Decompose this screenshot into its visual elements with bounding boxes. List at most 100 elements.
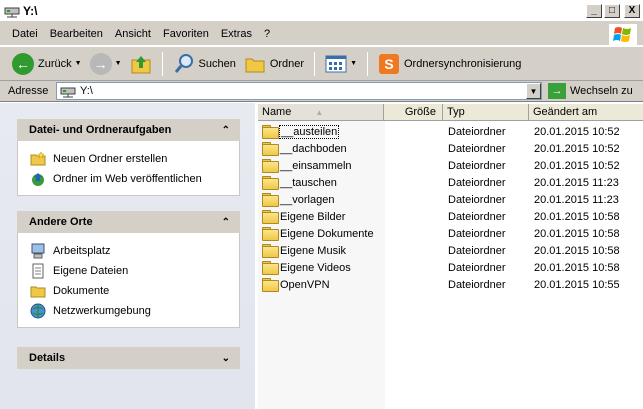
file-type: Dateiordner [448,278,506,291]
details-panel-title: Details [29,352,66,364]
chevron-up-icon[interactable]: ⌃ [222,125,230,136]
my-documents-icon [32,263,44,279]
chevron-down-icon[interactable]: ▼ [75,60,82,67]
tasks-panel-header[interactable]: Datei- und Ordneraufgaben ⌃ [17,119,240,141]
column-date[interactable]: Geändert am [529,104,643,120]
file-name: OpenVPN [280,278,330,291]
place-my-documents[interactable]: Eigene Dateien [30,261,239,281]
place-label: Arbeitsplatz [53,245,111,257]
views-icon [325,55,347,72]
file-list: Name ▲ Größe Typ Geändert am __austeilen… [258,104,643,409]
places-panel-title: Andere Orte [29,216,93,228]
file-row[interactable]: Eigene Musik Dateiordner 20.01.2015 10:58 [258,242,643,259]
menu-ansicht[interactable]: Ansicht [109,28,157,40]
file-name: __einsammeln [280,159,352,172]
minimize-button[interactable]: _ [586,4,602,18]
tasks-panel: Datei- und Ordneraufgaben ⌃ Neuen Ordner… [17,119,240,196]
close-button[interactable]: X [624,4,640,18]
place-label: Netzwerkumgebung [53,305,151,317]
menu-help[interactable]: ? [258,28,276,40]
my-computer-icon [31,243,45,259]
forward-button[interactable]: → ▼ [86,50,126,78]
file-row[interactable]: Eigene Dokumente Dateiordner 20.01.2015 10… [258,225,643,242]
file-name-cell: Eigene Videos [258,261,385,275]
file-name: __tauschen [280,176,337,189]
back-button[interactable]: ← Zurück ▼ [8,50,86,78]
place-network[interactable]: Netzwerkumgebung [30,301,239,321]
search-button[interactable]: Suchen [169,50,240,78]
network-drive-icon [60,87,76,97]
windows-logo-icon [609,24,637,46]
column-type[interactable]: Typ [443,104,529,120]
file-row[interactable]: __vorlagen Dateiordner 20.01.2015 11:23 [258,191,643,208]
file-type: Dateiordner [448,210,506,223]
details-panel: Details ⌄ [17,347,240,369]
place-my-computer[interactable]: Arbeitsplatz [30,241,239,261]
file-type: Dateiordner [448,142,506,155]
folder-icon [262,142,279,156]
file-name: __vorlagen [280,193,335,206]
menu-favoriten[interactable]: Favoriten [157,28,215,40]
chevron-down-icon[interactable]: ▼ [350,60,357,67]
file-row[interactable]: Eigene Videos Dateiordner 20.01.2015 10:58 [258,259,643,276]
folder-icon [262,193,279,207]
menu-bar: Datei Bearbeiten Ansicht Favoriten Extra… [0,22,643,46]
sync-button[interactable]: S Ordnersynchronisierung [374,50,525,78]
search-icon [174,53,193,73]
file-name-cell: Eigene Bilder [258,210,385,224]
address-dropdown-button[interactable]: ▼ [526,83,541,99]
folder-icon [262,210,279,224]
address-input[interactable]: Y:\ ▼ [56,82,542,100]
chevron-up-icon[interactable]: ⌃ [222,217,230,228]
file-row[interactable]: __austeilen Dateiordner 20.01.2015 10:52 [258,123,643,140]
file-date: 20.01.2015 10:58 [534,261,620,274]
search-label: Suchen [198,57,236,70]
task-label: Neuen Ordner erstellen [53,153,168,165]
sync-label: Ordnersynchronisierung [404,57,522,70]
file-type: Dateiordner [448,159,506,172]
sync-icon: S [379,53,399,74]
file-row[interactable]: __tauschen Dateiordner 20.01.2015 11:23 [258,174,643,191]
file-row[interactable]: __einsammeln Dateiordner 20.01.2015 10:52 [258,157,643,174]
places-panel: Andere Orte ⌃ Arbeitsplatz Eigene Dateie… [17,211,240,328]
file-name: Eigene Musik [280,244,347,257]
places-panel-header[interactable]: Andere Orte ⌃ [17,211,240,233]
network-drive-icon [4,7,20,17]
chevron-down-icon[interactable]: ⌄ [222,353,230,364]
task-publish-web[interactable]: Ordner im Web veröffentlichen [30,169,239,189]
svg-text:S: S [384,56,393,72]
file-date: 20.01.2015 10:52 [534,142,620,155]
menu-extras[interactable]: Extras [215,28,258,40]
up-button[interactable] [126,50,156,78]
file-date: 20.01.2015 10:55 [534,278,620,291]
task-new-folder[interactable]: Neuen Ordner erstellen [30,149,239,169]
file-type: Dateiordner [448,227,506,240]
column-size[interactable]: Größe [384,104,443,120]
folder-icon [262,159,279,173]
views-button[interactable]: ▼ [321,50,361,78]
folders-button[interactable]: Ordner [240,50,308,78]
menu-datei[interactable]: Datei [6,28,44,40]
file-date: 20.01.2015 11:23 [534,193,619,206]
file-name-cell: __tauschen [258,176,385,190]
folder-icon [262,278,279,292]
file-row[interactable]: OpenVPN Dateiordner 20.01.2015 10:55 [258,276,643,293]
file-type: Dateiordner [448,193,506,206]
menu-bearbeiten[interactable]: Bearbeiten [44,28,109,40]
file-name-cell: Eigene Dokumente [258,227,385,241]
details-panel-header[interactable]: Details ⌄ [17,347,240,369]
folder-up-icon [131,55,150,73]
place-label: Eigene Dateien [53,265,129,277]
maximize-button[interactable]: □ [604,4,620,18]
go-button[interactable]: → Wechseln zu [548,83,633,99]
file-row[interactable]: __dachboden Dateiordner 20.01.2015 10:52 [258,140,643,157]
folder-icon [262,125,279,139]
column-name[interactable]: Name ▲ [258,104,384,120]
file-row[interactable]: Eigene Bilder Dateiordner 20.01.2015 10:58 [258,208,643,225]
file-name-cell: OpenVPN [258,278,385,292]
place-documents[interactable]: Dokumente [30,281,239,301]
place-label: Dokumente [53,285,110,297]
chevron-down-icon[interactable]: ▼ [115,60,122,67]
file-name-cell: __einsammeln [258,159,385,173]
task-label: Ordner im Web veröffentlichen [53,173,202,185]
